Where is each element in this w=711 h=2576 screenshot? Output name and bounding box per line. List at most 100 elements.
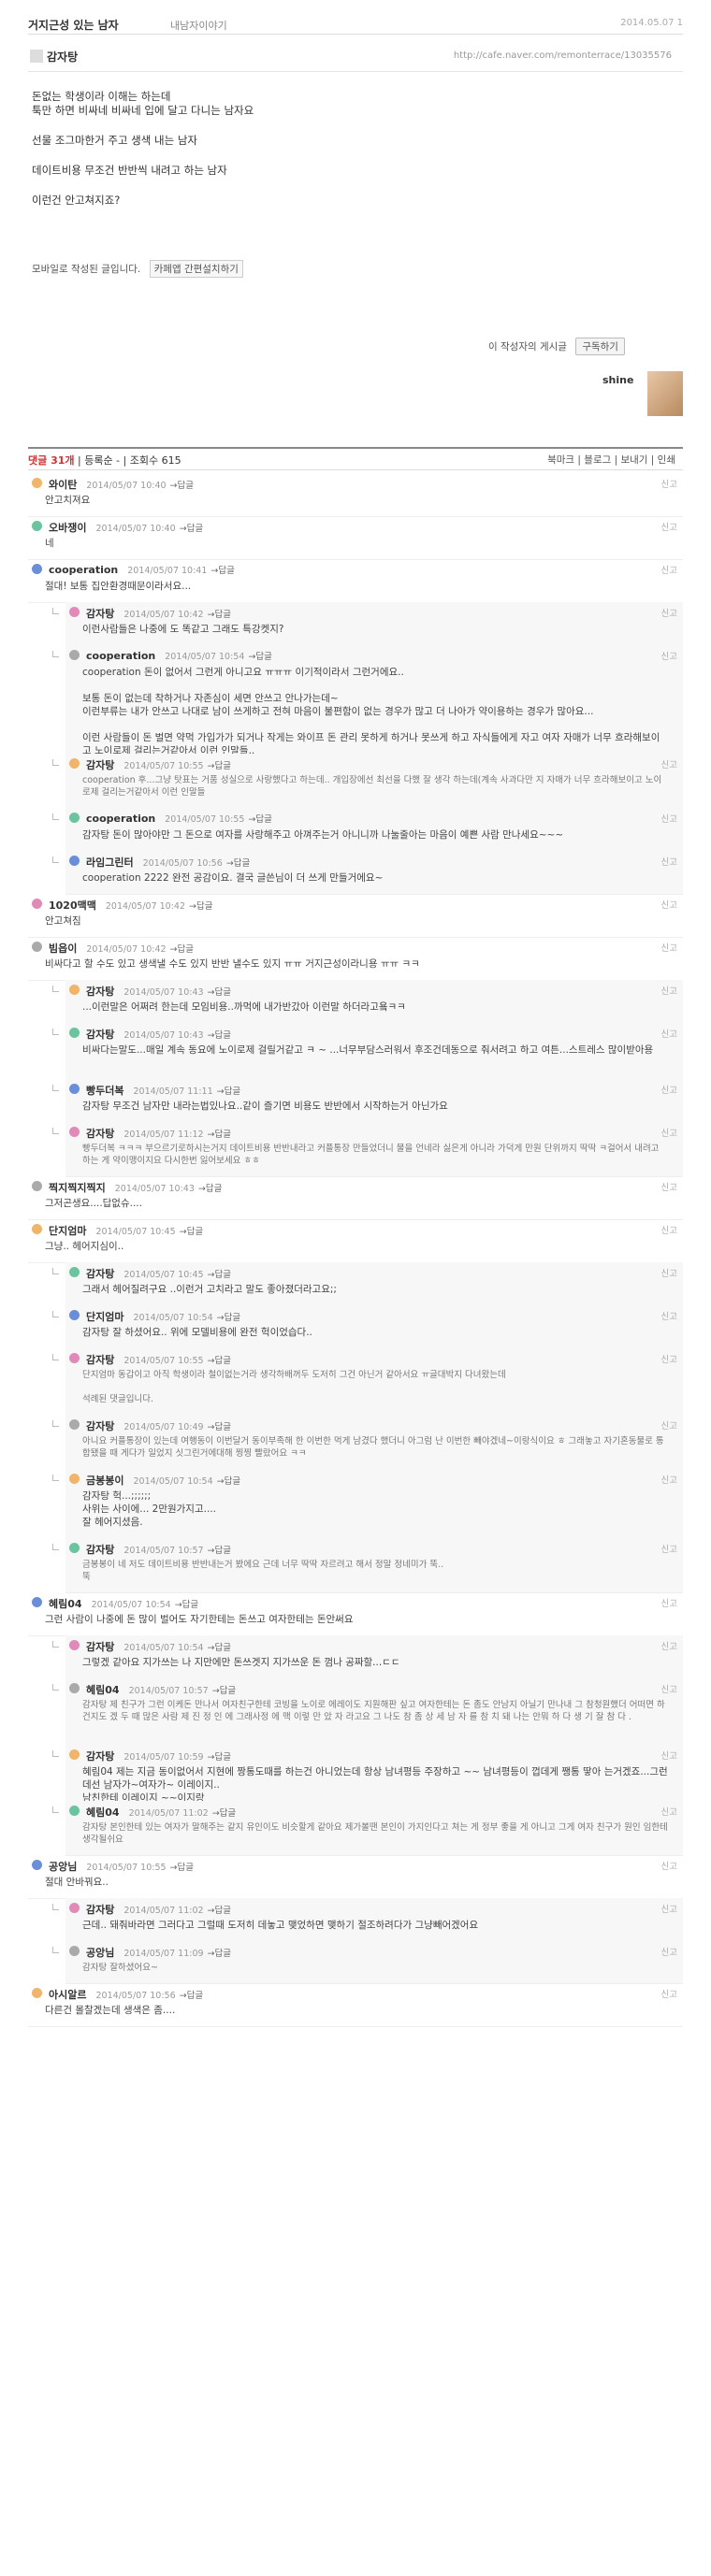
report-link[interactable]: 신고: [661, 606, 677, 619]
report-link[interactable]: 신고: [661, 1805, 677, 1818]
reply-link[interactable]: →답글: [208, 1643, 231, 1653]
reply-link[interactable]: →답글: [248, 652, 271, 662]
comment-author[interactable]: 오바쟁이: [49, 522, 86, 534]
subscribe-button[interactable]: 구독하기: [575, 338, 625, 355]
report-link[interactable]: 신고: [661, 1682, 677, 1695]
comment-author[interactable]: 빔읍이: [49, 943, 77, 955]
comment-author[interactable]: 감자탕: [86, 1544, 114, 1556]
comment-author[interactable]: 감자탕: [86, 1641, 114, 1653]
reply-link[interactable]: →답글: [217, 1087, 240, 1097]
comment-count[interactable]: 댓글 31개: [28, 454, 75, 467]
report-link[interactable]: 신고: [661, 520, 677, 533]
reply-link[interactable]: →답글: [208, 1356, 231, 1366]
app-install-button[interactable]: 카페앱 간편설치하기: [149, 260, 243, 278]
comment-author[interactable]: 감자탕: [86, 759, 114, 771]
report-link[interactable]: 신고: [661, 1126, 677, 1139]
reply-link[interactable]: →답글: [180, 524, 203, 534]
reply-link[interactable]: →답글: [170, 944, 194, 955]
comment-author[interactable]: 감자탕: [86, 1128, 114, 1140]
reply-link[interactable]: →답글: [208, 1030, 231, 1041]
comment-author[interactable]: 찍지찍지찍지: [49, 1182, 106, 1194]
report-link[interactable]: 신고: [661, 1542, 677, 1555]
post-url[interactable]: http://cafe.naver.com/remonterrace/13035…: [454, 50, 672, 61]
report-link[interactable]: 신고: [661, 1859, 677, 1872]
reply-link[interactable]: →답글: [175, 1600, 198, 1610]
report-link[interactable]: 신고: [661, 984, 677, 997]
report-link[interactable]: 신고: [661, 812, 677, 825]
reply-link[interactable]: →답글: [198, 1184, 222, 1194]
post-actions[interactable]: 북마크 | 블로그 | 보내기 | 인쇄: [547, 453, 675, 467]
reply-link[interactable]: →답글: [212, 1808, 236, 1819]
report-link[interactable]: 신고: [661, 1473, 677, 1486]
reply-link[interactable]: →답글: [208, 1130, 231, 1140]
comment-author[interactable]: 감자탕: [86, 1420, 114, 1432]
comment-author[interactable]: 공앙님: [86, 1947, 114, 1959]
reply-link[interactable]: →답글: [210, 566, 234, 576]
report-link[interactable]: 신고: [661, 1596, 677, 1609]
comment-author[interactable]: cooperation: [86, 650, 155, 662]
reply-link[interactable]: →답글: [170, 481, 194, 491]
comment-author[interactable]: 와이탄: [49, 479, 77, 491]
comment-author[interactable]: 금봉봉이: [86, 1475, 123, 1487]
report-link[interactable]: 신고: [661, 1352, 677, 1365]
reply-link[interactable]: →답글: [212, 1686, 236, 1696]
reply-link[interactable]: →답글: [217, 1476, 240, 1487]
report-link[interactable]: 신고: [661, 1749, 677, 1762]
post-category[interactable]: 내남자이야기: [170, 18, 227, 33]
reply-link[interactable]: →답글: [217, 1313, 240, 1323]
report-link[interactable]: 신고: [661, 1083, 677, 1096]
reply-link[interactable]: →답글: [180, 1991, 203, 2001]
comment-author[interactable]: 혜림04: [49, 1598, 82, 1610]
comment-author[interactable]: 단지엄마: [49, 1225, 86, 1237]
comment-author[interactable]: cooperation: [86, 813, 155, 825]
comment-author[interactable]: 공앙님: [49, 1861, 77, 1873]
reply-link[interactable]: →답글: [226, 858, 250, 869]
comment-author[interactable]: 단지엄마: [86, 1311, 123, 1323]
reply-link[interactable]: →답글: [208, 1546, 231, 1556]
report-link[interactable]: 신고: [661, 477, 677, 490]
report-link[interactable]: 신고: [661, 1639, 677, 1652]
report-link[interactable]: 신고: [661, 1902, 677, 1915]
comment-author[interactable]: 감자탕: [86, 1268, 114, 1280]
comment-author[interactable]: 감자탕: [86, 986, 114, 998]
reply-link[interactable]: →답글: [189, 901, 212, 912]
report-link[interactable]: 신고: [661, 649, 677, 662]
comment-author[interactable]: 아시알르: [49, 1989, 86, 2001]
report-link[interactable]: 신고: [661, 563, 677, 576]
comment-author[interactable]: 혜림04: [86, 1806, 120, 1819]
reply-link[interactable]: →답글: [208, 1906, 231, 1916]
reply-link[interactable]: →답글: [208, 1422, 231, 1432]
reply-link[interactable]: →답글: [208, 1270, 231, 1280]
report-link[interactable]: 신고: [661, 1945, 677, 1958]
reply-link[interactable]: →답글: [208, 1949, 231, 1959]
comment-author[interactable]: 감자탕: [86, 1904, 114, 1916]
reply-link[interactable]: →답글: [208, 1752, 231, 1763]
report-link[interactable]: 신고: [661, 1027, 677, 1040]
report-link[interactable]: 신고: [661, 855, 677, 868]
reply-link[interactable]: →답글: [208, 987, 231, 998]
comment-author[interactable]: 감자탕: [86, 1029, 114, 1041]
reply-link[interactable]: →답글: [180, 1227, 203, 1237]
comment-author[interactable]: 1020맥맥: [49, 899, 96, 912]
report-link[interactable]: 신고: [661, 1309, 677, 1322]
comment-author[interactable]: 감자탕: [86, 1354, 114, 1366]
reply-link[interactable]: →답글: [248, 814, 271, 825]
report-link[interactable]: 신고: [661, 941, 677, 954]
reply-link[interactable]: →답글: [170, 1863, 194, 1873]
reply-link[interactable]: →답글: [208, 610, 231, 620]
comment-author[interactable]: 감자탕: [86, 608, 114, 620]
report-link[interactable]: 신고: [661, 1987, 677, 2000]
report-link[interactable]: 신고: [661, 1180, 677, 1193]
report-link[interactable]: 신고: [661, 757, 677, 770]
comment-author[interactable]: 빵두더복: [86, 1085, 123, 1097]
comment-author[interactable]: 혜림04: [86, 1684, 120, 1696]
report-link[interactable]: 신고: [661, 1223, 677, 1236]
report-link[interactable]: 신고: [661, 1266, 677, 1279]
author-name[interactable]: 감자탕: [47, 49, 78, 65]
comment-author[interactable]: cooperation: [49, 564, 118, 576]
reply-link[interactable]: →답글: [208, 761, 231, 771]
report-link[interactable]: 신고: [661, 1418, 677, 1432]
comment-author[interactable]: 감자탕: [86, 1750, 114, 1763]
comment-author[interactable]: 라임그린터: [86, 856, 134, 869]
report-link[interactable]: 신고: [661, 898, 677, 911]
